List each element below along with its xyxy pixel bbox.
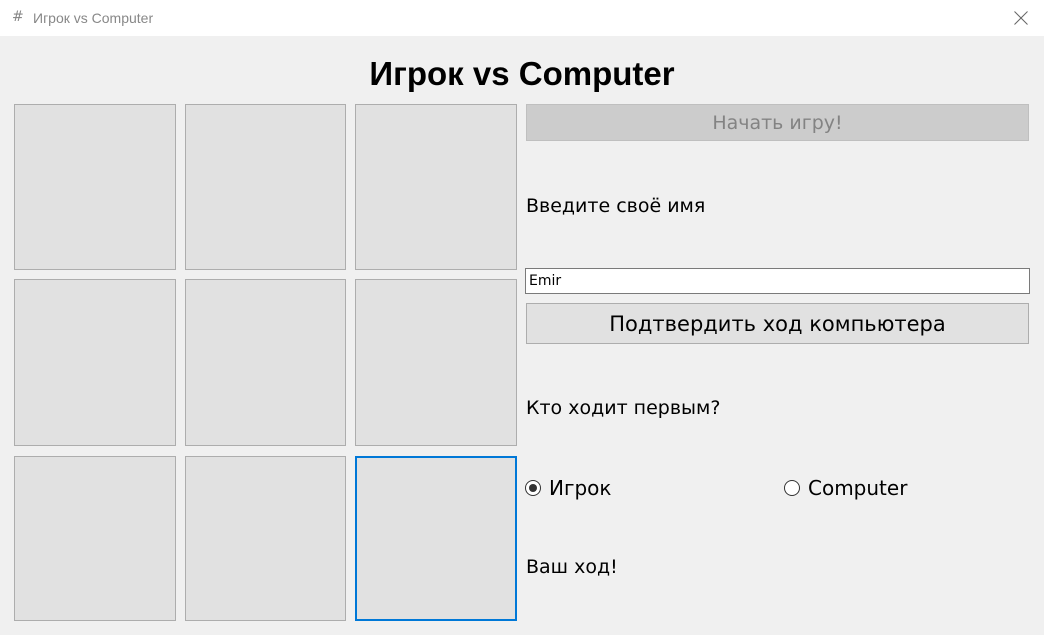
board-cell-8[interactable] [185, 456, 346, 621]
app-window: # Игрок vs Computer Игрок vs Computer На… [0, 0, 1044, 635]
close-icon [1014, 11, 1028, 25]
board-cell-2[interactable] [185, 104, 346, 270]
radio-player-button[interactable] [525, 480, 541, 496]
board-cell-5[interactable] [185, 279, 346, 446]
board-cell-3[interactable] [355, 104, 517, 270]
name-prompt-label: Введите своё имя [526, 195, 706, 217]
confirm-computer-move-button[interactable]: Подтвердить ход компьютера [526, 303, 1029, 344]
first-move-label: Кто ходит первым? [526, 397, 721, 419]
status-text: Ваш ход! [526, 556, 618, 578]
app-icon: # [12, 9, 24, 25]
board-cell-9[interactable] [355, 456, 517, 621]
radio-computer-button[interactable] [784, 480, 800, 496]
board-cell-4[interactable] [14, 279, 176, 446]
page-title: Игрок vs Computer [369, 55, 675, 92]
radio-player[interactable]: Игрок [525, 476, 611, 500]
board-cell-7[interactable] [14, 456, 176, 621]
board-cell-6[interactable] [355, 279, 517, 446]
window-title: Игрок vs Computer [33, 10, 154, 26]
title-bar: # Игрок vs Computer [0, 0, 1044, 36]
close-button[interactable] [998, 0, 1044, 36]
radio-computer[interactable]: Computer [784, 476, 907, 500]
start-game-button[interactable]: Начать игру! [526, 104, 1029, 141]
board-cell-1[interactable] [14, 104, 176, 270]
radio-computer-label: Computer [808, 476, 908, 500]
radio-player-label: Игрок [549, 476, 612, 500]
name-input[interactable] [525, 268, 1030, 294]
